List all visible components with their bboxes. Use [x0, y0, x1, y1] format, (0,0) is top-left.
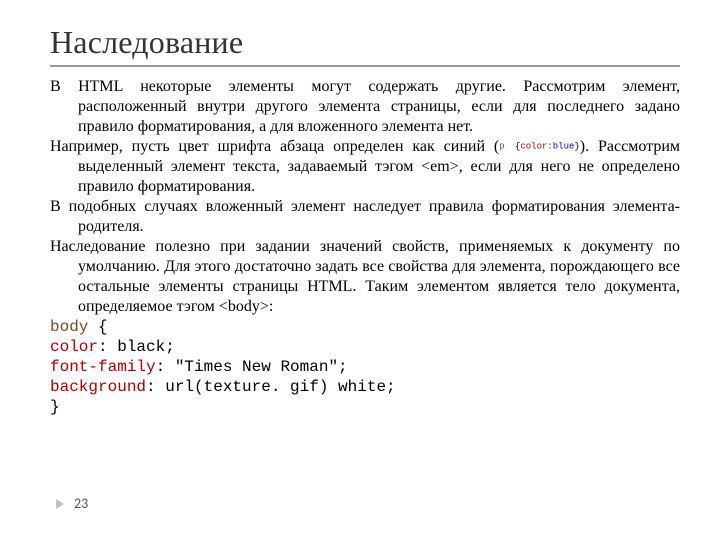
inline-value: blue [553, 142, 575, 152]
chevron-right-icon [56, 499, 64, 509]
slide: Наследование В HTML некоторые элементы м… [0, 0, 720, 540]
paragraph-2-text-a: Например, пусть цвет шрифта абзаца опред… [50, 138, 499, 155]
code-prop-font: font-family [50, 358, 156, 376]
code-line-3: font-family: "Times New Roman"; [50, 357, 680, 377]
code-line-5: } [50, 397, 680, 417]
inline-css-rule: p {color:blue} [499, 142, 580, 152]
code-line-1: body { [50, 317, 680, 337]
code-val-font: : "Times New Roman"; [156, 358, 348, 376]
code-line-2: color: black; [50, 337, 680, 357]
paragraph-2: Например, пусть цвет шрифта абзаца опред… [50, 137, 680, 197]
inline-selector: p [499, 142, 504, 152]
paragraph-4: Наследование полезно при задании значени… [50, 237, 680, 317]
code-val-color: : black; [98, 338, 175, 356]
slide-title: Наследование [50, 24, 680, 61]
paragraph-1: В HTML некоторые элементы могут содержат… [50, 77, 680, 137]
code-prop-color: color [50, 338, 98, 356]
code-brace-close: } [50, 398, 60, 416]
code-val-background: : url(texture. gif) white; [146, 378, 396, 396]
title-underline [50, 65, 680, 67]
inline-property: color: [520, 142, 552, 152]
slide-body: В HTML некоторые элементы могут содержат… [50, 77, 680, 417]
code-selector: body [50, 318, 88, 336]
css-code-block: body { color: black; font-family: "Times… [50, 317, 680, 417]
page-number: 23 [74, 495, 88, 512]
code-brace-open: { [88, 318, 107, 336]
code-line-4: background: url(texture. gif) white; [50, 377, 680, 397]
paragraph-3: В подобных случаях вложенный элемент нас… [50, 197, 680, 237]
slide-footer: 23 [56, 495, 88, 512]
code-prop-background: background [50, 378, 146, 396]
